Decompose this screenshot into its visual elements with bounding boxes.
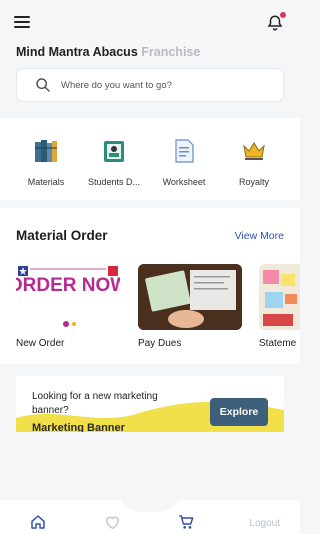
bottom-navigation: Logout [0, 488, 300, 534]
card-pay-dues[interactable]: Pay Dues [138, 264, 242, 349]
quick-link-students[interactable]: Students D... [82, 138, 146, 187]
quick-link-worksheet[interactable]: Worksheet [152, 138, 216, 187]
crown-icon [243, 142, 265, 160]
quick-link-label: Students D... [87, 177, 141, 187]
top-bar: Mind Mantra Abacus Franchise [0, 0, 300, 112]
quick-links: Materials Students D... Worksheet Royalt… [0, 118, 300, 200]
heart-icon[interactable] [104, 514, 121, 530]
section-title: Material Order [16, 228, 108, 243]
view-more-link[interactable]: View More [235, 230, 284, 242]
notification-bell-icon[interactable] [266, 12, 286, 32]
card-statement[interactable]: Stateme [259, 264, 300, 349]
search-input[interactable] [61, 79, 261, 91]
nav-notch [118, 488, 182, 512]
card-new-order[interactable]: ORDER NOW New Order [16, 264, 120, 349]
search-bar[interactable] [16, 68, 284, 102]
quick-link-materials[interactable]: Materials [14, 138, 78, 187]
order-text: ORDER NOW [16, 275, 120, 296]
banner-name: Marketing Banner [32, 422, 125, 432]
logout-button[interactable]: Logout [249, 518, 280, 529]
card-label: New Order [16, 338, 65, 349]
hamburger-menu-icon[interactable] [14, 14, 32, 30]
quick-link-label: Materials [27, 177, 65, 187]
pay-dues-image [138, 264, 242, 330]
worksheet-icon [175, 139, 194, 163]
student-id-icon [104, 141, 124, 162]
quick-link-label: Worksheet [162, 177, 206, 187]
title-main: Mind Mantra Abacus [16, 45, 138, 59]
quick-link-royalty[interactable]: Royalty [222, 138, 286, 187]
books-icon [35, 140, 57, 162]
material-order-section: Material Order View More ORDER NOW New O… [0, 208, 300, 364]
page-title: Mind Mantra Abacus Franchise [16, 45, 200, 59]
quick-link-label: Royalty [238, 177, 269, 187]
order-now-image: ORDER NOW [16, 264, 120, 330]
marketing-banner: Looking for a new marketing banner? Mark… [16, 376, 284, 432]
statement-image [259, 264, 300, 330]
search-icon [36, 78, 50, 92]
banner-text: Looking for a new marketing banner? [32, 391, 158, 416]
title-sub: Franchise [141, 45, 201, 59]
notification-dot [280, 12, 286, 18]
home-icon[interactable] [30, 514, 46, 530]
card-label: Stateme [259, 338, 297, 349]
explore-button[interactable]: Explore [210, 398, 268, 426]
card-label: Pay Dues [138, 338, 182, 349]
cart-icon[interactable] [178, 514, 194, 530]
